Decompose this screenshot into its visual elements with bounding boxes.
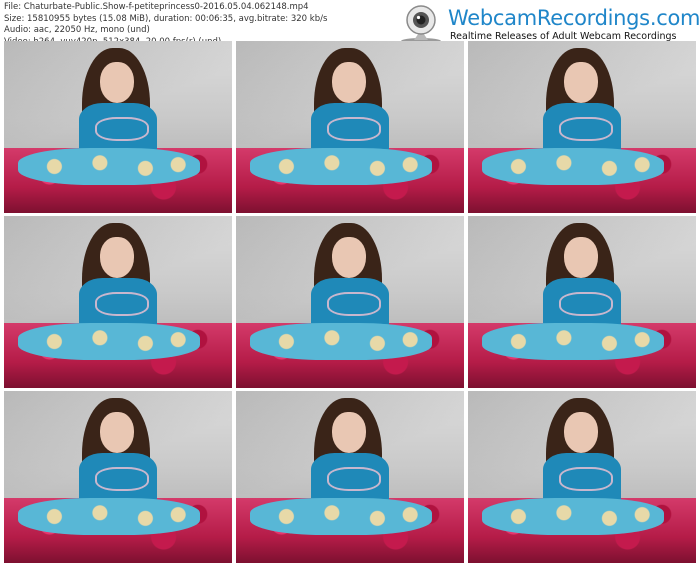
webcam-icon [401, 5, 441, 44]
site-logo[interactable]: WebcamRecordings.com Realtime Releases o… [392, 4, 700, 44]
logo-title: WebcamRecordings.com [448, 6, 700, 30]
thumbnail-5[interactable] [236, 216, 464, 388]
thumbnail-6[interactable] [468, 216, 696, 388]
thumbnail-8[interactable] [236, 391, 464, 563]
thumbnail-1[interactable] [4, 41, 232, 213]
thumbnail-3[interactable] [468, 41, 696, 213]
file-info-size: Size: 15810955 bytes (15.08 MiB), durati… [4, 13, 328, 24]
file-info-audio: Audio: aac, 22050 Hz, mono (und) [4, 25, 150, 35]
file-info-name: File: Chaturbate-Public.Show-f-petitepri… [4, 2, 309, 12]
thumbnail-9[interactable] [468, 391, 696, 563]
thumbnail-7[interactable] [4, 391, 232, 563]
thumbnail-4[interactable] [4, 216, 232, 388]
thumbnail-grid [4, 41, 696, 563]
thumbnail-2[interactable] [236, 41, 464, 213]
